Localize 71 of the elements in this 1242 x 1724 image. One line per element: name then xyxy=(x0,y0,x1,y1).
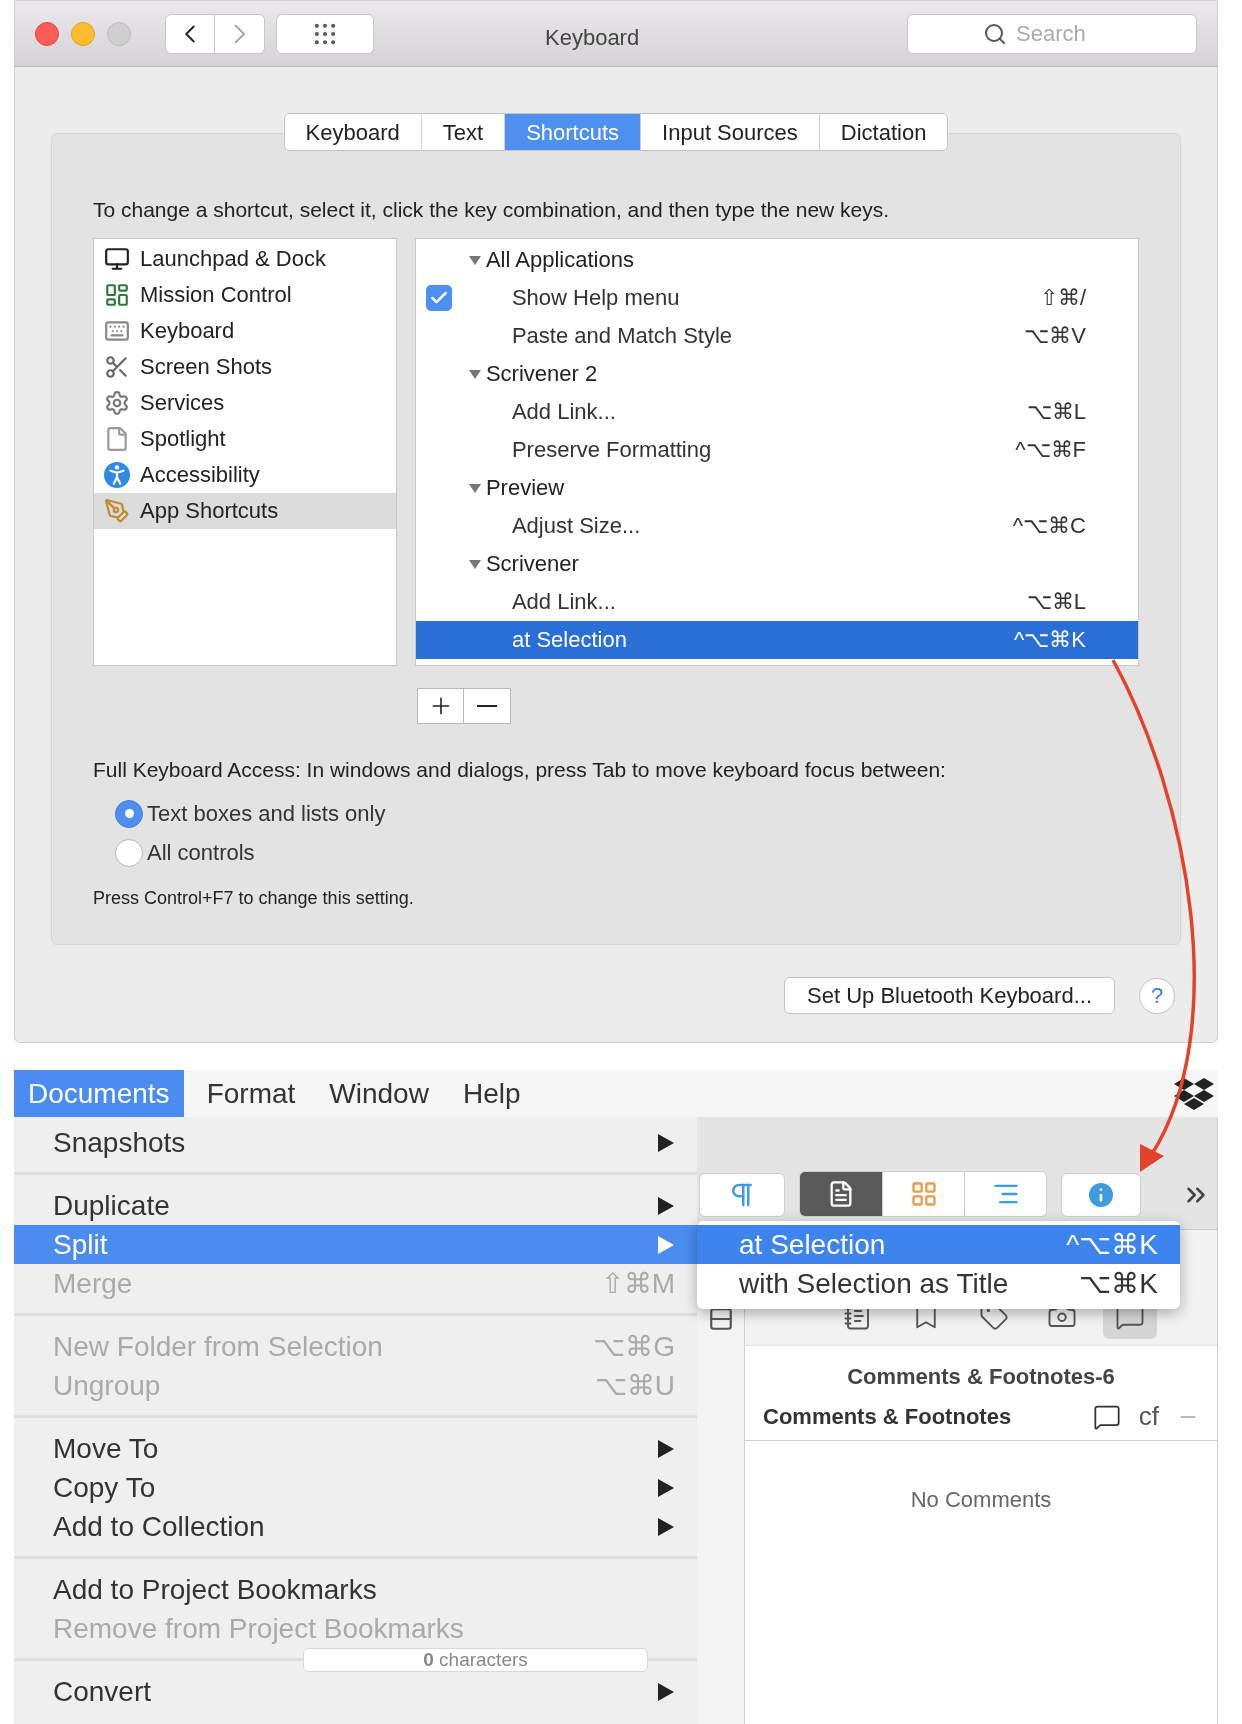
split-view-icon[interactable] xyxy=(707,1306,734,1332)
grid-icon xyxy=(909,1180,938,1208)
character-count: 0 characters xyxy=(303,1648,648,1672)
category-item[interactable]: Launchpad & Dock xyxy=(94,240,396,277)
formatting-button[interactable] xyxy=(699,1173,785,1217)
group-label: All Applications xyxy=(485,246,634,274)
radio-button[interactable] xyxy=(115,838,143,867)
view-mode-button[interactable] xyxy=(964,1172,1046,1216)
tab[interactable]: Dictation xyxy=(818,114,948,150)
empty-message: No Comments xyxy=(909,1486,1053,1514)
shortcut-row[interactable]: Show Help menu ⇧⌘/ xyxy=(415,278,1138,317)
pen-icon xyxy=(104,497,130,524)
inspector-title: Comments & Footnotes-6 xyxy=(846,1363,1116,1391)
category-item[interactable]: Mission Control xyxy=(94,276,396,313)
close-button[interactable] xyxy=(35,21,59,46)
menu-bar-item[interactable]: Window xyxy=(312,1070,446,1117)
category-item[interactable]: Services xyxy=(94,384,396,421)
shortcut-row[interactable]: Preserve Formatting ^⌥⌘F xyxy=(415,430,1138,469)
person-icon xyxy=(104,461,130,488)
remove-button[interactable] xyxy=(464,687,511,724)
search-icon xyxy=(983,21,1007,46)
group-label: Scrivener 2 xyxy=(485,360,598,388)
group-label: Scrivener xyxy=(485,550,579,578)
comments-header-title: Comments & Footnotes xyxy=(763,1403,1012,1431)
chevron-right-icon xyxy=(234,23,245,44)
shortcut-row[interactable]: Paste and Match Style ⌥⌘V xyxy=(415,316,1138,355)
search-field[interactable]: Search xyxy=(907,13,1197,54)
menu-item[interactable]: Convert xyxy=(14,1672,697,1711)
window-title: Keyboard xyxy=(545,24,640,52)
submenu-item[interactable]: with Selection as Title ⌥⌘K xyxy=(697,1264,1180,1303)
group-label: Preview xyxy=(485,474,565,502)
inspector-button[interactable] xyxy=(1061,1173,1141,1217)
monitor-icon xyxy=(104,245,130,272)
category-item[interactable]: Spotlight xyxy=(94,420,396,457)
shortcut-row[interactable]: Adjust Size... ^⌥⌘C xyxy=(415,506,1138,545)
minus-icon xyxy=(477,704,497,707)
dashboard-icon xyxy=(104,281,130,308)
category-item[interactable]: Screen Shots xyxy=(94,348,396,385)
shortcut-row[interactable]: Add Link... ⌥⌘L xyxy=(415,392,1138,431)
scissors-icon xyxy=(104,353,130,380)
view-mode-button[interactable] xyxy=(800,1172,882,1216)
menu-bar-item[interactable]: Help xyxy=(445,1070,538,1117)
menu-item[interactable]: Add to Project Bookmarks xyxy=(14,1570,697,1609)
radio-label: Text boxes and lists only xyxy=(147,800,386,828)
show-all-button[interactable] xyxy=(276,13,374,54)
keyboard-access-label: Full Keyboard Access: In windows and dialogs, press Tab to move keyboard focus between: xyxy=(93,756,947,783)
category-item[interactable]: Accessibility xyxy=(94,456,396,493)
checkbox[interactable] xyxy=(425,284,452,311)
shortcut-row[interactable]: at Selection ^⌥⌘K xyxy=(415,620,1138,659)
back-button[interactable] xyxy=(165,13,215,54)
menu-item[interactable]: Snapshots xyxy=(14,1123,697,1162)
diamond-logo-icon[interactable] xyxy=(1174,1075,1214,1112)
radio-button[interactable] xyxy=(115,799,143,828)
category-item[interactable]: Keyboard xyxy=(94,312,396,349)
submenu-item[interactable]: at Selection ^⌥⌘K xyxy=(697,1225,1180,1264)
document-icon xyxy=(104,425,130,452)
help-button[interactable]: ? xyxy=(1139,977,1175,1014)
radio-label: All controls xyxy=(147,839,255,867)
menu-item[interactable]: Add to Collection xyxy=(14,1507,697,1546)
menu-item[interactable]: Copy To xyxy=(14,1468,697,1507)
footnote-button[interactable]: cf xyxy=(1138,1397,1159,1436)
shortcut-row[interactable]: Add Link... ⌥⌘L xyxy=(415,582,1138,621)
category-item[interactable]: App Shortcuts xyxy=(94,492,396,529)
hint-text: Press Control+F7 to change this setting. xyxy=(93,887,415,910)
menu-item[interactable]: Duplicate xyxy=(14,1186,697,1225)
add-button[interactable] xyxy=(417,687,464,724)
menu-item[interactable]: Move To xyxy=(14,1429,697,1468)
bluetooth-keyboard-button[interactable]: Set Up Bluetooth Keyboard... xyxy=(784,977,1115,1014)
gear-icon xyxy=(104,389,130,416)
menu-bar-item[interactable]: Format xyxy=(189,1070,313,1117)
instructions-text: To change a shortcut, select it, click the key combination, and then type the new keys. xyxy=(93,197,891,223)
